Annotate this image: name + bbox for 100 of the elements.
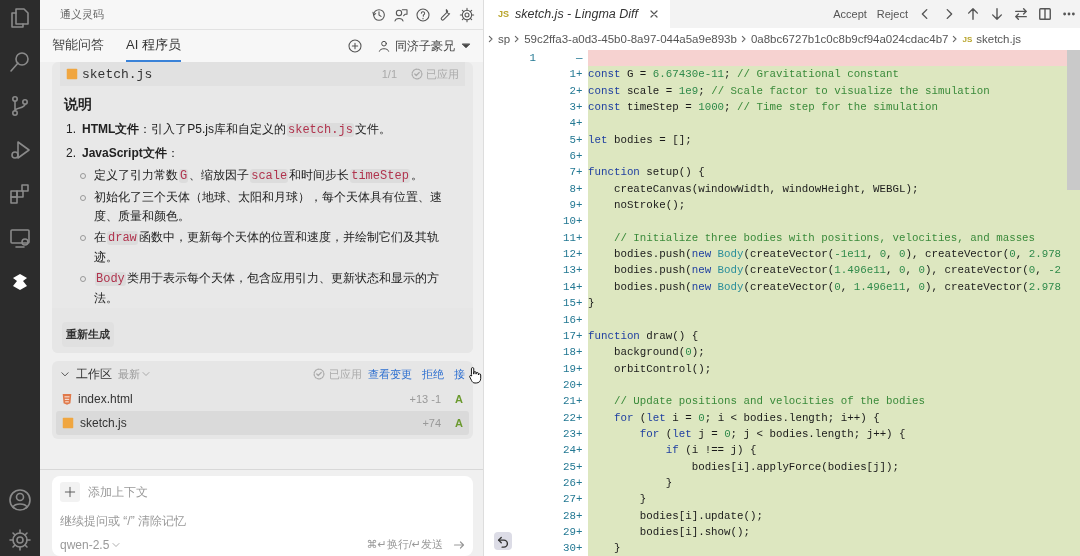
user-icon xyxy=(377,39,391,53)
diff-sign: + xyxy=(576,247,584,263)
account-icon[interactable] xyxy=(8,488,32,512)
line-number: 8 xyxy=(568,181,576,197)
history-icon[interactable] xyxy=(371,6,387,23)
monitor-icon[interactable] xyxy=(8,226,32,250)
line-number: 3 xyxy=(568,100,576,116)
line-number: 10 xyxy=(562,214,576,230)
file-name: sketch.js xyxy=(80,416,128,430)
action-link[interactable]: 接 xyxy=(454,366,465,382)
chevron-right-icon xyxy=(512,35,521,43)
diff-sign: + xyxy=(576,149,584,165)
close-icon[interactable] xyxy=(648,8,660,20)
file-name: sketch.js xyxy=(82,66,154,82)
file-row[interactable]: index.html +13 -1 A xyxy=(56,387,469,411)
add-icon[interactable] xyxy=(347,38,363,54)
split-editor-icon[interactable] xyxy=(1038,7,1052,21)
files-icon[interactable] xyxy=(8,6,32,30)
line-number: 27 xyxy=(562,492,576,508)
list-number: 1. xyxy=(66,121,77,138)
line-number: 23 xyxy=(562,426,576,442)
chevron-icon[interactable] xyxy=(60,369,70,379)
swap-icon[interactable] xyxy=(1014,7,1028,21)
breadcrumb-item[interactable]: 59c2ffa3-a0d3-45b0-8a97-044a5a9e893b xyxy=(524,33,737,45)
file-name: index.html xyxy=(78,392,134,406)
arrow-up-icon[interactable] xyxy=(966,7,980,21)
search-icon[interactable] xyxy=(8,50,32,74)
run-debug-icon[interactable] xyxy=(8,138,32,162)
toolbar-button[interactable]: Accept xyxy=(833,8,867,20)
chat-input[interactable]: 继续提问或 “/” 清除记忆 xyxy=(60,514,465,528)
diff-sign: + xyxy=(576,263,584,279)
action-link[interactable]: 拒绝 xyxy=(422,366,444,382)
diff-sign: + xyxy=(576,410,584,426)
breadcrumb-item[interactable]: 0a8bc6727b1c0c8b9cf94a024cdac4b7 xyxy=(750,33,949,45)
settings-icon[interactable] xyxy=(8,528,32,552)
line-number: 12 xyxy=(562,247,576,263)
chat-user-icon[interactable] xyxy=(393,6,409,23)
editor-tab[interactable]: JS sketch.js - Lingma Diff xyxy=(484,0,670,28)
file-status: A xyxy=(455,393,463,405)
extensions-icon[interactable] xyxy=(8,182,32,206)
diff-sign: + xyxy=(576,116,584,132)
regenerate-button[interactable]: 重新生成 xyxy=(62,322,114,347)
help-icon[interactable] xyxy=(415,6,431,23)
diff-sign: + xyxy=(576,230,584,246)
line-number: 2 xyxy=(568,83,576,99)
js-file-icon xyxy=(66,68,78,80)
diff-sign: + xyxy=(576,426,584,442)
toolbar-button[interactable]: Reject xyxy=(876,8,908,20)
user-menu[interactable]: 同济子豪兄 xyxy=(377,30,473,62)
line-number: 19 xyxy=(562,361,576,377)
diff-sign: + xyxy=(576,459,584,475)
chevron-right-icon xyxy=(950,35,959,43)
file-row[interactable]: sketch.js +74 A xyxy=(56,411,469,435)
diff-sign: + xyxy=(576,524,584,540)
diff-sign: + xyxy=(576,132,584,148)
user-name: 同济子豪兄 xyxy=(395,37,455,55)
diff-sign: + xyxy=(576,328,584,344)
action-link[interactable]: 查看变更 xyxy=(368,366,412,382)
list-text: 定义了引力常数 G 、缩放因子 scale 和时间步长 timeStep 。 xyxy=(94,167,424,185)
tab-title: sketch.js - Lingma Diff xyxy=(515,7,638,21)
line-number: 25 xyxy=(562,459,576,475)
diff-stats: +13 -1 xyxy=(409,393,442,405)
line-number: 13 xyxy=(562,263,576,279)
diff-sign: + xyxy=(576,214,584,230)
line-number: 15 xyxy=(562,296,576,312)
diff-sign: + xyxy=(576,83,584,99)
diff-sign: + xyxy=(576,475,584,491)
panel-tab[interactable]: 智能问答 xyxy=(52,30,104,62)
diff-sign: + xyxy=(576,198,584,214)
diff-sign: + xyxy=(576,165,584,181)
undo-button[interactable] xyxy=(494,532,512,550)
diff-sign: + xyxy=(576,345,584,361)
line-number: 1 xyxy=(528,51,536,66)
line-number: 1 xyxy=(568,67,576,83)
settings-icon[interactable] xyxy=(459,6,475,23)
diff-sign: + xyxy=(576,361,584,377)
diff-sign: + xyxy=(576,492,584,508)
diff-sign: — xyxy=(576,51,584,66)
diff-sign: + xyxy=(576,312,584,328)
breadcrumb-item[interactable]: sketch.js xyxy=(976,33,1022,45)
section-heading: 说明 xyxy=(64,96,93,114)
diff-sign: + xyxy=(576,541,584,556)
breadcrumb-item[interactable]: sp xyxy=(498,33,511,45)
diff-stats: +74 xyxy=(422,417,442,429)
chevron-right-icon xyxy=(486,35,494,43)
scrollbar-thumb[interactable] xyxy=(1067,50,1080,190)
arrow-down-icon[interactable] xyxy=(990,7,1004,21)
line-number: 26 xyxy=(562,475,576,491)
line-number: 9 xyxy=(568,198,576,214)
diff-sign: + xyxy=(576,508,584,524)
panel-title: 通义灵码 xyxy=(60,7,105,22)
file-type-label: JS xyxy=(962,34,973,44)
diff-sign: + xyxy=(576,394,584,410)
diff-sign: + xyxy=(576,100,584,116)
hand-cursor-icon xyxy=(467,364,483,385)
line-number: 30 xyxy=(562,541,576,556)
list-text: Body 类用于表示每个天体，包含应用引力、更新状态和显示的方法。 xyxy=(94,270,440,307)
html-file-icon xyxy=(62,393,72,405)
js-file-icon xyxy=(62,417,74,429)
diff-sign: + xyxy=(576,443,584,459)
